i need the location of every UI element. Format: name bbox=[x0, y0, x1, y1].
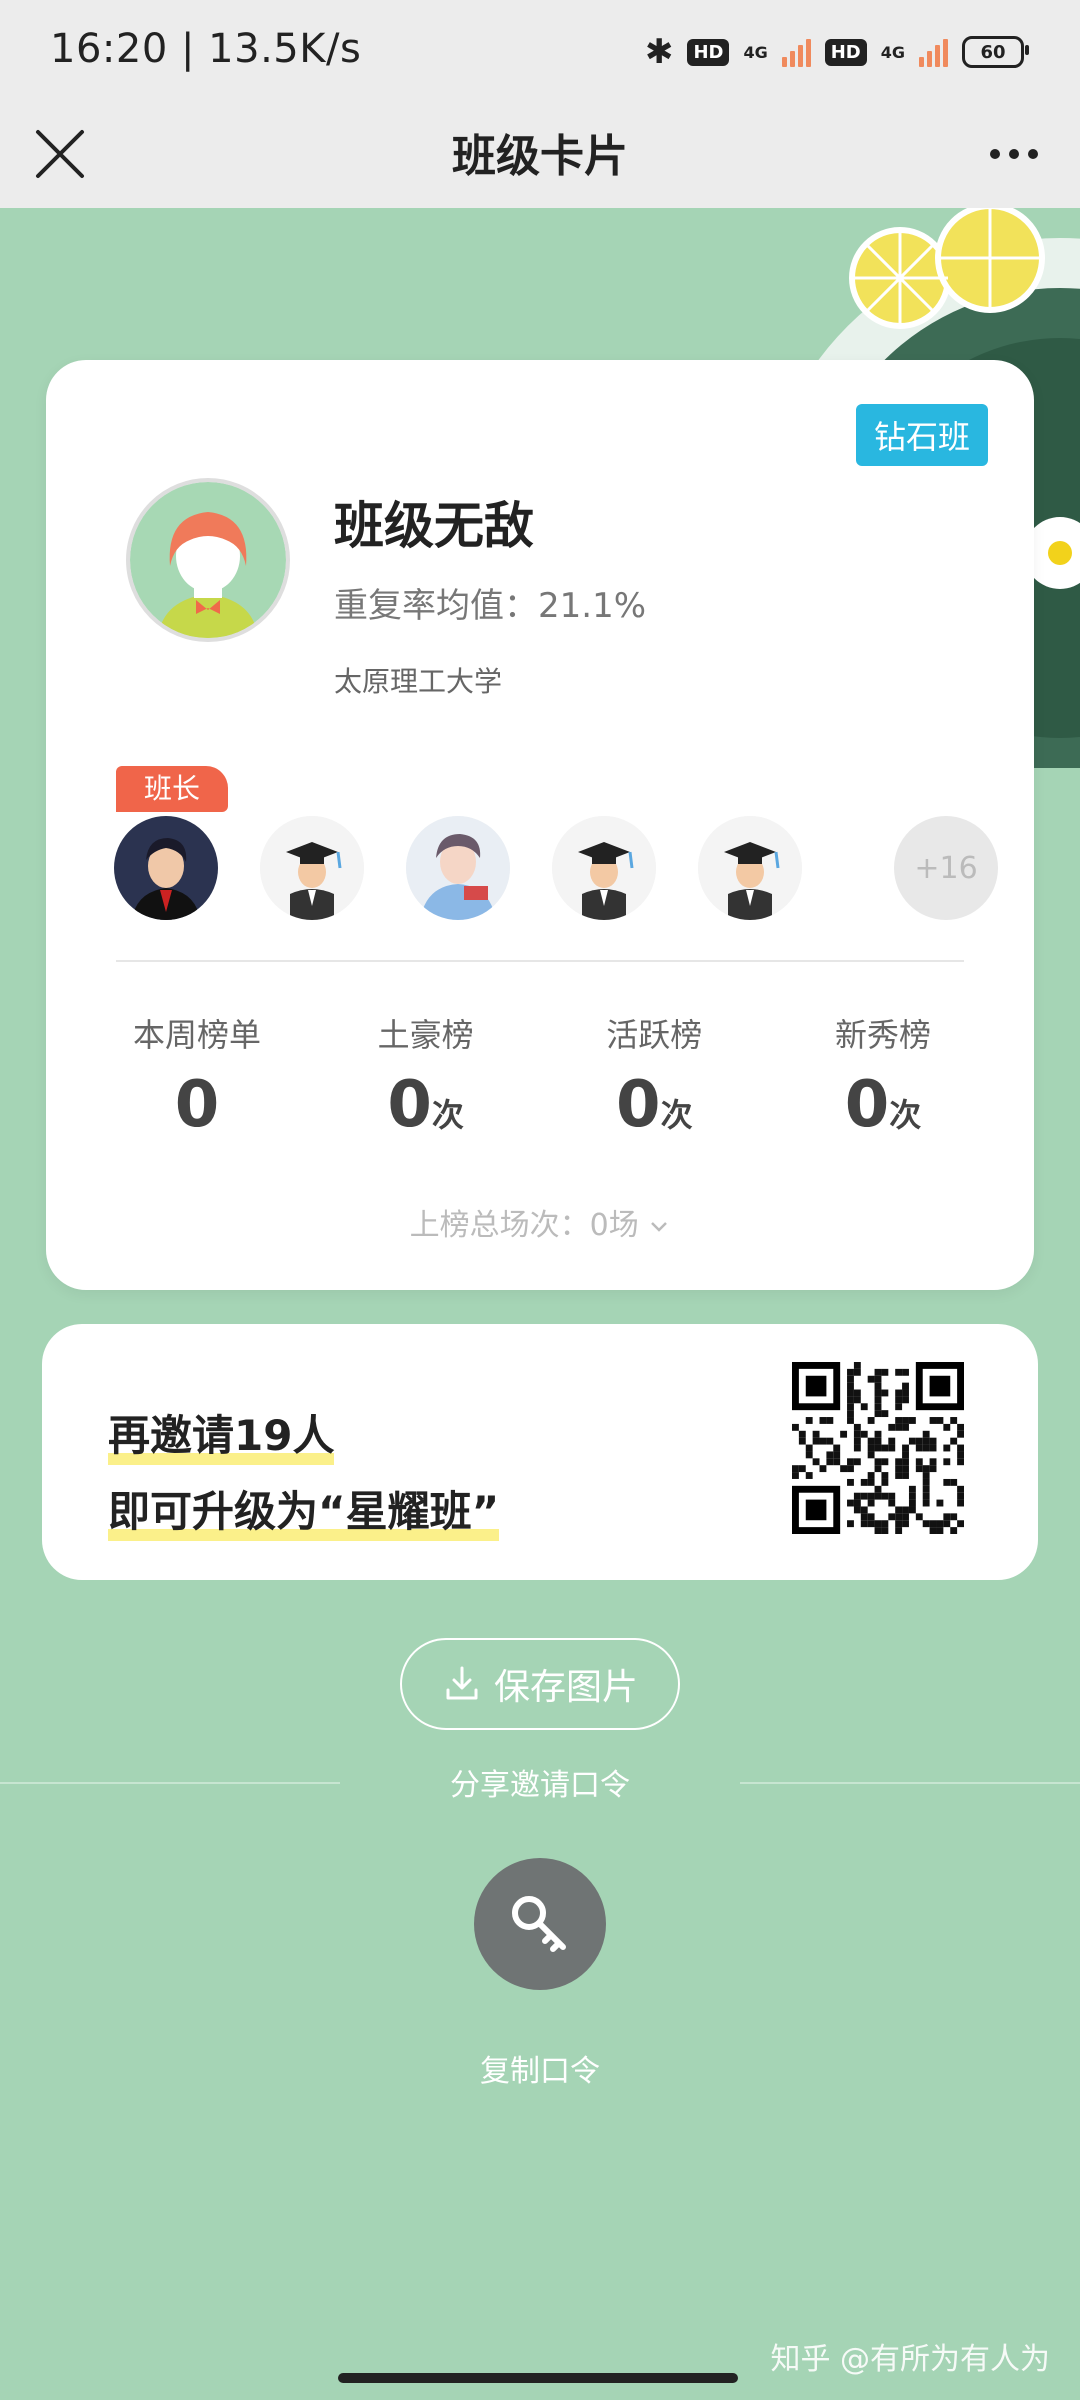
divider bbox=[116, 960, 964, 962]
stat-label: 活跃榜 bbox=[606, 1016, 703, 1054]
tier-badge: 钻石班 bbox=[855, 404, 988, 466]
class-avatar bbox=[126, 478, 290, 642]
stat-value: 0次 bbox=[844, 1068, 922, 1142]
invite-card: 再邀请19人 即可升级为“星耀班” bbox=[42, 1324, 1038, 1580]
member-avatar[interactable] bbox=[406, 816, 510, 920]
repeat-rate-value: 21.1% bbox=[538, 586, 647, 626]
copy-code-button[interactable] bbox=[474, 1858, 606, 1990]
class-card: 钻石班 班级无敌 重复率均值：21.1% 太原理工大学 班长 +16 本周榜单 … bbox=[46, 360, 1034, 1290]
stat-newcomer[interactable]: 新秀榜 0次 bbox=[778, 1010, 988, 1142]
page-title: 班级卡片 bbox=[452, 131, 628, 182]
download-icon bbox=[446, 1666, 478, 1700]
school-name: 太原理工大学 bbox=[334, 665, 503, 698]
invite-line-2: 即可升级为“星耀班” bbox=[108, 1478, 500, 1541]
member-avatar[interactable] bbox=[260, 816, 364, 920]
battery-icon: 60 bbox=[962, 36, 1029, 68]
watermark: 知乎 @有所为有人为 bbox=[770, 2342, 1050, 2377]
chevron-down-icon bbox=[651, 1221, 668, 1232]
save-image-button[interactable]: 保存图片 bbox=[400, 1638, 680, 1730]
network-label: 4G bbox=[743, 42, 768, 62]
share-invite-row: 分享邀请口令 bbox=[0, 1760, 1080, 1810]
stat-label: 新秀榜 bbox=[834, 1016, 931, 1054]
total-rank-toggle[interactable]: 上榜总场次：0场 bbox=[46, 1200, 1034, 1244]
total-rank-text: 上榜总场次：0场 bbox=[409, 1208, 639, 1243]
more-dot-icon bbox=[1009, 149, 1019, 159]
stat-value: 0次 bbox=[616, 1068, 693, 1142]
network-label-2: 4G bbox=[880, 42, 905, 62]
member-avatar[interactable] bbox=[698, 816, 802, 920]
divider bbox=[740, 1782, 1080, 1784]
ranking-stats: 本周榜单 0 土豪榜 0次 活跃榜 0次 新秀榜 0次 bbox=[92, 1010, 988, 1142]
member-avatar[interactable] bbox=[552, 816, 656, 920]
more-dot-icon bbox=[990, 149, 1000, 159]
invite-line-1: 再邀请19人 bbox=[108, 1402, 335, 1465]
member-list: +16 bbox=[114, 794, 998, 934]
copy-code-label: 复制口令 bbox=[480, 2054, 600, 2089]
hd-badge-2: HD bbox=[824, 38, 867, 66]
more-button[interactable] bbox=[974, 122, 1054, 186]
status-time: 16:20 | 13.5K/s bbox=[50, 26, 362, 72]
member-avatar[interactable] bbox=[114, 816, 218, 920]
stat-value: 0次 bbox=[387, 1068, 464, 1142]
key-icon bbox=[512, 1896, 566, 1952]
bluetooth-icon: ✱ bbox=[644, 32, 674, 72]
class-name: 班级无敌 bbox=[334, 497, 534, 555]
nav-bar: 班级卡片 bbox=[0, 104, 1080, 208]
repeat-rate: 重复率均值：21.1% bbox=[334, 578, 646, 627]
monitor-tag: 班长 bbox=[116, 766, 228, 812]
more-dot-icon bbox=[1028, 149, 1038, 159]
stat-rich[interactable]: 土豪榜 0次 bbox=[321, 1010, 531, 1142]
signal-icon-2 bbox=[919, 37, 948, 67]
stat-label: 本周榜单 bbox=[132, 1016, 261, 1054]
stat-weekly[interactable]: 本周榜单 0 bbox=[92, 1010, 302, 1142]
signal-icon bbox=[781, 37, 811, 67]
more-members-button[interactable]: +16 bbox=[894, 816, 998, 920]
save-image-label: 保存图片 bbox=[493, 1667, 638, 1708]
home-indicator[interactable] bbox=[338, 2373, 738, 2383]
stat-active[interactable]: 活跃榜 0次 bbox=[549, 1010, 759, 1142]
status-icons: ✱ HD 4G HD 4G 60 bbox=[644, 28, 1029, 76]
stat-value: 0 bbox=[174, 1068, 220, 1142]
hd-badge: HD bbox=[687, 38, 730, 66]
stat-label: 土豪榜 bbox=[377, 1016, 474, 1054]
repeat-rate-label: 重复率均值： bbox=[334, 586, 538, 626]
status-bar: 16:20 | 13.5K/s ✱ HD 4G HD 4G 60 bbox=[0, 0, 1080, 104]
qr-code bbox=[792, 1362, 964, 1534]
